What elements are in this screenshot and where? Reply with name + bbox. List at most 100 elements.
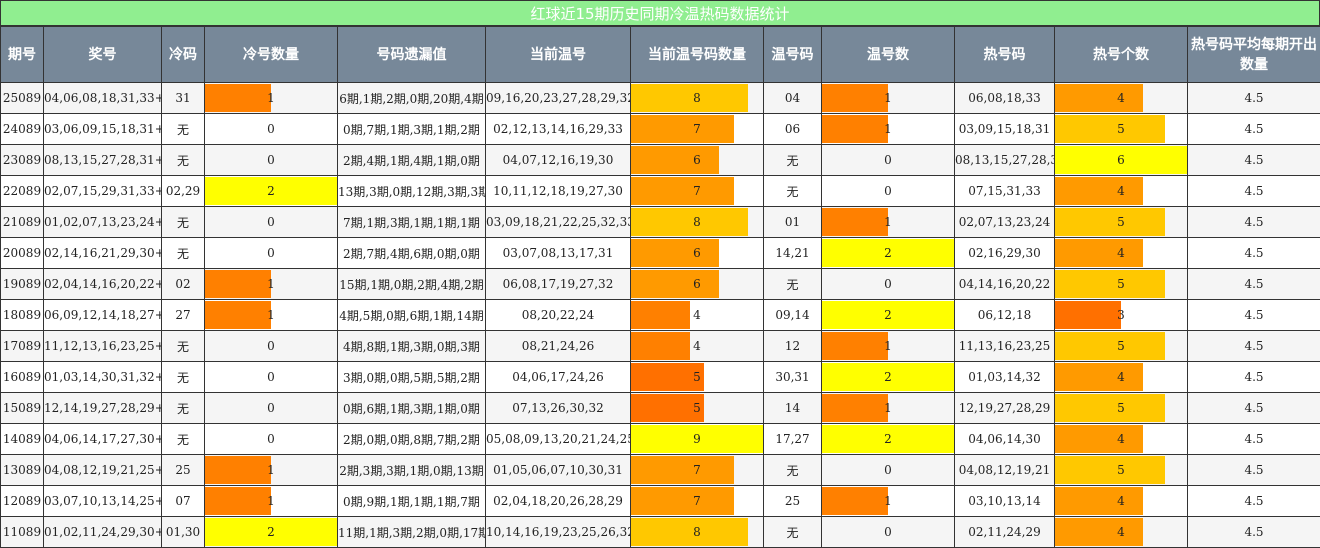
cell-warm-num: 1 bbox=[822, 331, 955, 362]
cell-warm-code: 06 bbox=[764, 114, 822, 145]
header-cold-count[interactable]: 冷号数量 bbox=[205, 27, 338, 83]
table-row: 2508904,06,08,18,31,33+053116期,1期,2期,0期,… bbox=[1, 83, 1320, 114]
cell-warm-count-value: 6 bbox=[693, 153, 701, 167]
cell-draw: 02,04,14,16,20,22+11 bbox=[44, 269, 162, 300]
cell-period: 14089 bbox=[1, 424, 44, 455]
cell-warm-count-bar bbox=[631, 270, 719, 298]
cell-hot-count-bar bbox=[1055, 394, 1165, 422]
cell-draw: 12,14,19,27,28,29+01 bbox=[44, 393, 162, 424]
cell-warm: 02,12,13,14,16,29,33 bbox=[486, 114, 631, 145]
cell-cold-count-value: 0 bbox=[267, 246, 275, 260]
cell-warm-code: 30,31 bbox=[764, 362, 822, 393]
cell-hot: 03,09,15,18,31 bbox=[955, 114, 1055, 145]
cell-cold-count: 0 bbox=[205, 238, 338, 269]
table-row: 1408904,06,14,17,27,30+09无02期,0期,0期,8期,7… bbox=[1, 424, 1320, 455]
header-period[interactable]: 期号 bbox=[1, 27, 44, 83]
cell-hot-count-value: 4 bbox=[1117, 494, 1125, 508]
header-warm-code[interactable]: 温号码 bbox=[764, 27, 822, 83]
cell-cold-count-value: 2 bbox=[267, 184, 275, 198]
cell-hot-count: 5 bbox=[1055, 393, 1188, 424]
cell-warm-num-value: 2 bbox=[884, 308, 892, 322]
cell-warm-num: 1 bbox=[822, 83, 955, 114]
cell-hot-avg: 4.5 bbox=[1188, 424, 1320, 455]
cell-cold: 无 bbox=[162, 207, 205, 238]
cell-warm-count-value: 6 bbox=[693, 277, 701, 291]
cell-draw: 01,03,14,30,31,32+08 bbox=[44, 362, 162, 393]
cell-hot-count-value: 5 bbox=[1117, 463, 1125, 477]
cell-hot: 01,03,14,32 bbox=[955, 362, 1055, 393]
header-hot[interactable]: 热号码 bbox=[955, 27, 1055, 83]
cell-warm-count: 6 bbox=[631, 145, 764, 176]
cell-hot-avg: 4.5 bbox=[1188, 455, 1320, 486]
cell-cold: 无 bbox=[162, 145, 205, 176]
cell-warm-num-value: 0 bbox=[884, 277, 892, 291]
cell-hot-count-value: 3 bbox=[1117, 308, 1125, 322]
cell-warm-count-value: 7 bbox=[693, 463, 701, 477]
cell-draw: 11,12,13,16,23,25+12 bbox=[44, 331, 162, 362]
cell-cold-count-value: 1 bbox=[267, 494, 275, 508]
cell-warm-code: 无 bbox=[764, 517, 822, 548]
cell-cold-count: 0 bbox=[205, 114, 338, 145]
cell-hot: 07,15,31,33 bbox=[955, 176, 1055, 207]
cell-warm-num-value: 1 bbox=[884, 122, 892, 136]
cell-hot-count: 4 bbox=[1055, 176, 1188, 207]
header-warm-count[interactable]: 当前温号码数量 bbox=[631, 27, 764, 83]
header-cold[interactable]: 冷码 bbox=[162, 27, 205, 83]
cell-hot-count: 5 bbox=[1055, 455, 1188, 486]
cell-omission: 0期,7期,1期,3期,1期,2期 bbox=[338, 114, 486, 145]
cell-period: 16089 bbox=[1, 362, 44, 393]
cell-warm-num-value: 0 bbox=[884, 184, 892, 198]
cell-hot-count: 4 bbox=[1055, 424, 1188, 455]
cell-warm-count-bar bbox=[631, 177, 734, 205]
cell-warm-num: 1 bbox=[822, 114, 955, 145]
cell-period: 24089 bbox=[1, 114, 44, 145]
cell-draw: 02,07,15,29,31,33+15 bbox=[44, 176, 162, 207]
cell-warm-num-value: 0 bbox=[884, 463, 892, 477]
cell-warm: 07,13,26,30,32 bbox=[486, 393, 631, 424]
cell-hot-count-bar bbox=[1055, 487, 1143, 515]
cell-omission: 0期,9期,1期,1期,1期,7期 bbox=[338, 486, 486, 517]
cell-warm-count-value: 7 bbox=[693, 122, 701, 136]
cell-hot-count: 4 bbox=[1055, 83, 1188, 114]
cell-warm-count: 8 bbox=[631, 207, 764, 238]
cell-hot-count: 4 bbox=[1055, 486, 1188, 517]
cell-warm-num-bar bbox=[822, 394, 888, 422]
header-hot-avg[interactable]: 热号码平均每期开出数量 bbox=[1188, 27, 1320, 83]
cell-warm-count-value: 4 bbox=[693, 339, 701, 353]
header-warm[interactable]: 当前温号 bbox=[486, 27, 631, 83]
header-omission[interactable]: 号码遗漏值 bbox=[338, 27, 486, 83]
cell-warm-count-value: 7 bbox=[693, 184, 701, 198]
cell-warm-count-bar bbox=[631, 518, 748, 546]
table-row: 1808906,09,12,14,18,27+142714期,5期,0期,6期,… bbox=[1, 300, 1320, 331]
cell-warm-num-value: 2 bbox=[884, 246, 892, 260]
table-row: 1608901,03,14,30,31,32+08无03期,0期,0期,5期,5… bbox=[1, 362, 1320, 393]
cell-cold-count-value: 1 bbox=[267, 91, 275, 105]
header-hot-count[interactable]: 热号个数 bbox=[1055, 27, 1188, 83]
cell-warm-count-bar bbox=[631, 146, 719, 174]
cell-hot-avg: 4.5 bbox=[1188, 114, 1320, 145]
cell-cold-count: 0 bbox=[205, 362, 338, 393]
cell-warm: 06,08,17,19,27,32 bbox=[486, 269, 631, 300]
table-row: 2208902,07,15,29,31,33+1502,29213期,3期,0期… bbox=[1, 176, 1320, 207]
cell-hot-count: 5 bbox=[1055, 331, 1188, 362]
cell-draw: 04,08,12,19,21,25+13 bbox=[44, 455, 162, 486]
cell-hot-count-bar bbox=[1055, 208, 1165, 236]
cell-hot-avg: 4.5 bbox=[1188, 331, 1320, 362]
cell-warm-num: 1 bbox=[822, 393, 955, 424]
cell-warm-num: 2 bbox=[822, 424, 955, 455]
cell-warm: 01,05,06,07,10,30,31 bbox=[486, 455, 631, 486]
header-warm-num[interactable]: 温号数 bbox=[822, 27, 955, 83]
cell-cold-count: 0 bbox=[205, 424, 338, 455]
cell-omission: 4期,5期,0期,6期,1期,14期 bbox=[338, 300, 486, 331]
cell-hot-count: 4 bbox=[1055, 362, 1188, 393]
table-row: 1908902,04,14,16,20,22+1102115期,1期,0期,2期… bbox=[1, 269, 1320, 300]
cell-warm-count-bar bbox=[631, 239, 719, 267]
header-row: 期号 奖号 冷码 冷号数量 号码遗漏值 当前温号 当前温号码数量 温号码 温号数… bbox=[1, 27, 1320, 83]
table-row: 2308908,13,15,27,28,31+11无02期,4期,1期,4期,1… bbox=[1, 145, 1320, 176]
cell-cold-count-value: 0 bbox=[267, 153, 275, 167]
cell-hot-count: 5 bbox=[1055, 269, 1188, 300]
cell-warm-num: 1 bbox=[822, 486, 955, 517]
cell-warm-code: 14 bbox=[764, 393, 822, 424]
header-draw[interactable]: 奖号 bbox=[44, 27, 162, 83]
cell-hot-count-value: 4 bbox=[1117, 370, 1125, 384]
